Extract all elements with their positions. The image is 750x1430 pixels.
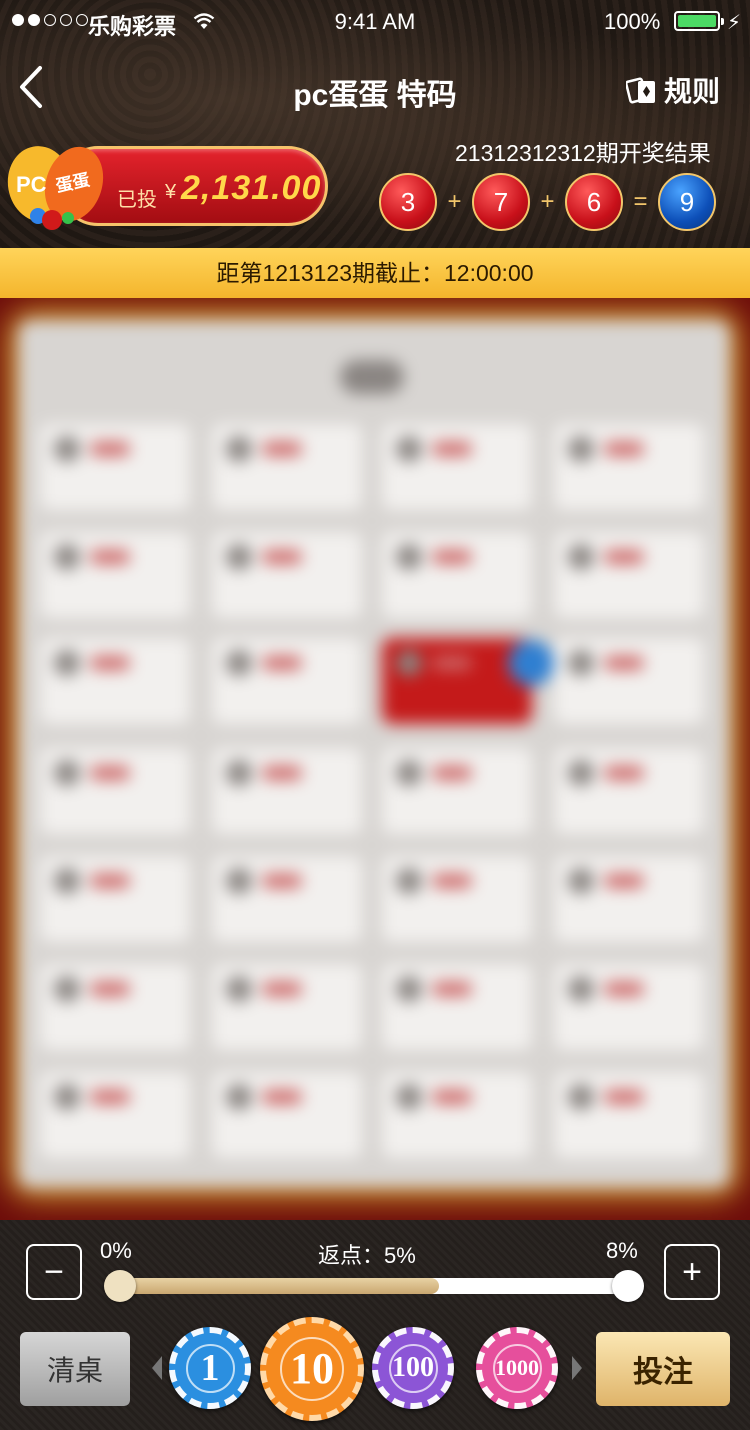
board-tag bbox=[340, 360, 404, 394]
bet-cell[interactable] bbox=[554, 638, 704, 724]
bet-cell[interactable] bbox=[382, 532, 532, 618]
rebate-slider-end-knob[interactable] bbox=[612, 1270, 644, 1302]
bet-cell[interactable] bbox=[40, 856, 190, 942]
logo-pc-text: PC bbox=[16, 172, 47, 197]
bet-currency: ¥ bbox=[165, 181, 177, 203]
bet-controls: − 0% 返点：5% 8% + 清桌 1 10 100 1000 投注 bbox=[0, 1220, 750, 1430]
bet-cell[interactable] bbox=[382, 424, 532, 510]
increase-rebate-button[interactable]: + bbox=[664, 1244, 720, 1300]
plus-operator: + bbox=[447, 188, 462, 215]
chip-100[interactable]: 100 bbox=[372, 1327, 454, 1409]
bet-cell[interactable] bbox=[40, 638, 190, 724]
draw-result-balls: 3 + 7 + 6 = 9 bbox=[379, 173, 716, 231]
bet-cell[interactable] bbox=[554, 748, 704, 834]
result-ball: 7 bbox=[472, 173, 530, 231]
bet-cell[interactable] bbox=[40, 532, 190, 618]
clear-table-button[interactable]: 清桌 bbox=[20, 1332, 130, 1406]
status-bar: 乐购彩票 9:41 AM 100% ⚡ bbox=[0, 0, 750, 44]
bet-cell[interactable] bbox=[212, 424, 362, 510]
bet-cell[interactable] bbox=[212, 532, 362, 618]
bet-cell[interactable] bbox=[382, 1072, 532, 1158]
chips-next-arrow-icon[interactable] bbox=[572, 1356, 582, 1380]
chip-1[interactable]: 1 bbox=[169, 1327, 251, 1409]
bet-cell[interactable] bbox=[40, 424, 190, 510]
betting-board-area bbox=[0, 298, 750, 1220]
decrease-rebate-button[interactable]: − bbox=[26, 1244, 82, 1300]
header-area: 乐购彩票 9:41 AM 100% ⚡ pc蛋蛋 特码 规则 已投 ¥ 2,13… bbox=[0, 0, 750, 248]
rules-button[interactable]: 规则 bbox=[626, 70, 720, 110]
chip-1000[interactable]: 1000 bbox=[476, 1327, 558, 1409]
draw-result-title: 21312312312期开奖结果 bbox=[455, 140, 711, 166]
bet-cell[interactable] bbox=[212, 1072, 362, 1158]
rebate-slider-track[interactable] bbox=[106, 1278, 638, 1294]
chips-prev-arrow-icon[interactable] bbox=[152, 1356, 162, 1380]
cards-icon bbox=[626, 77, 655, 104]
countdown-bar: 距第1213123期截止：12:00:00 bbox=[0, 248, 750, 298]
bet-cell[interactable] bbox=[212, 748, 362, 834]
rebate-max-label: 8% bbox=[606, 1238, 638, 1263]
bet-cell[interactable] bbox=[212, 964, 362, 1050]
place-bet-button[interactable]: 投注 bbox=[596, 1332, 730, 1406]
bet-cell[interactable] bbox=[212, 638, 362, 724]
battery-icon bbox=[674, 11, 724, 31]
result-ball: 3 bbox=[379, 173, 437, 231]
placed-chip bbox=[508, 640, 554, 686]
equals-operator: = bbox=[633, 188, 648, 215]
chip-value: 10 bbox=[279, 1336, 345, 1402]
rebate-min-label: 0% bbox=[100, 1238, 132, 1263]
bet-cell[interactable] bbox=[382, 964, 532, 1050]
result-ball: 6 bbox=[565, 173, 623, 231]
bet-cell[interactable] bbox=[40, 1072, 190, 1158]
battery-percentage: 100% bbox=[604, 9, 661, 34]
bet-cell[interactable] bbox=[40, 748, 190, 834]
rebate-value-label: 返点：5% bbox=[318, 1243, 416, 1268]
bet-cell[interactable] bbox=[382, 748, 532, 834]
charging-icon: ⚡ bbox=[727, 12, 742, 34]
chip-value: 100 bbox=[388, 1343, 438, 1393]
rebate-slider-start-knob[interactable] bbox=[104, 1270, 136, 1302]
bet-cell[interactable] bbox=[212, 856, 362, 942]
bet-cell[interactable] bbox=[554, 532, 704, 618]
bet-cell[interactable] bbox=[382, 638, 532, 724]
result-sum-ball: 9 bbox=[658, 173, 716, 231]
rules-label: 规则 bbox=[664, 76, 721, 107]
bet-cell[interactable] bbox=[40, 964, 190, 1050]
bet-cell[interactable] bbox=[554, 964, 704, 1050]
bet-cell[interactable] bbox=[554, 424, 704, 510]
bet-cell[interactable] bbox=[382, 856, 532, 942]
bet-amount: 2,131.00 bbox=[181, 169, 322, 207]
bet-label: 已投 bbox=[117, 189, 157, 211]
bet-cell[interactable] bbox=[554, 1072, 704, 1158]
nav-bar: pc蛋蛋 特码 规则 bbox=[0, 58, 750, 118]
plus-operator: + bbox=[540, 188, 555, 215]
pc-egg-logo: PC 蛋蛋 bbox=[7, 146, 104, 230]
chip-10[interactable]: 10 bbox=[260, 1317, 364, 1421]
chip-value: 1 bbox=[185, 1343, 235, 1393]
bet-cell[interactable] bbox=[554, 856, 704, 942]
betting-board[interactable] bbox=[18, 320, 730, 1188]
rebate-slider-fill bbox=[106, 1278, 439, 1294]
chip-value: 1000 bbox=[492, 1343, 542, 1393]
